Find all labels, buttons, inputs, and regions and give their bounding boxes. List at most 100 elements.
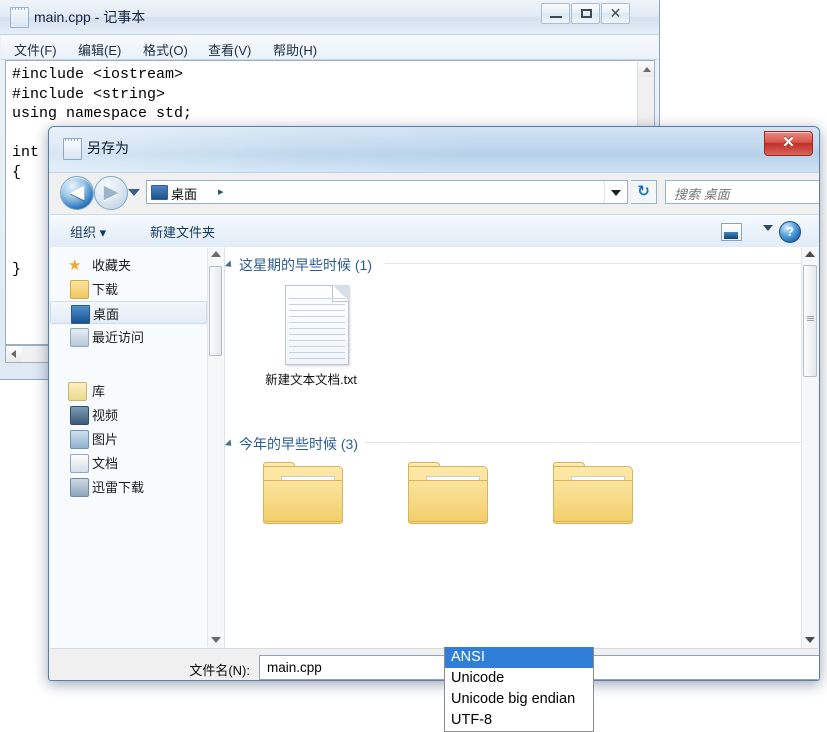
nav-item-recent-places[interactable]: 最近访问 bbox=[50, 325, 207, 348]
desktop-icon bbox=[71, 305, 90, 324]
nav-item-thunder-download[interactable]: 迅雷下载 bbox=[50, 475, 207, 498]
file-item-label: 新建文本文档.txt bbox=[265, 373, 357, 387]
navigation-row: ◀ ▶ 桌面 ▸ ↻ 搜索 桌面 ⌕ bbox=[49, 172, 819, 214]
group-header-label: 这星期的早些时候 (1) bbox=[239, 257, 372, 273]
folder-icon bbox=[263, 462, 343, 524]
file-list-scrollbar[interactable] bbox=[801, 247, 818, 648]
dialog-close-button[interactable]: ✕ bbox=[764, 131, 813, 156]
group-header-label: 今年的早些时候 (3) bbox=[239, 436, 358, 452]
filename-label: 文件名(N): bbox=[189, 663, 250, 678]
forward-arrow-icon: ▶ bbox=[103, 181, 119, 203]
encoding-dropdown-list[interactable]: ANSI Unicode Unicode big endian UTF-8 bbox=[444, 647, 594, 732]
menu-view[interactable]: 查看(V) bbox=[203, 38, 256, 61]
videos-icon bbox=[70, 406, 89, 425]
address-bar[interactable]: 桌面 ▸ bbox=[146, 180, 628, 204]
file-list-pane[interactable]: 这星期的早些时候 (1) 新建文本文档.txt 今年的早些时候 (3) bbox=[225, 247, 818, 648]
nav-item-label: 文档 bbox=[92, 456, 119, 471]
restore-button[interactable] bbox=[571, 3, 600, 24]
desktop-icon bbox=[151, 185, 168, 200]
nav-item-favorites[interactable]: ★ 收藏夹 bbox=[50, 253, 207, 276]
nav-item-label: 桌面 bbox=[93, 307, 120, 322]
encoding-option-unicode[interactable]: Unicode bbox=[445, 668, 593, 689]
file-item-text-document[interactable]: 新建文本文档.txt bbox=[251, 285, 371, 388]
menu-file[interactable]: 文件(F) bbox=[9, 38, 62, 61]
folder-icon bbox=[553, 462, 633, 524]
search-box[interactable]: 搜索 桌面 ⌕ bbox=[665, 180, 819, 204]
dialog-title: 另存为 bbox=[87, 140, 129, 156]
downloads-folder-icon bbox=[70, 280, 89, 299]
scroll-left-icon[interactable] bbox=[6, 346, 22, 362]
help-button[interactable]: ? bbox=[779, 221, 801, 243]
back-button[interactable]: ◀ bbox=[60, 176, 94, 210]
pictures-icon bbox=[70, 430, 89, 449]
scroll-up-icon[interactable] bbox=[805, 251, 815, 257]
group-rule bbox=[385, 263, 815, 264]
expander-icon[interactable] bbox=[225, 439, 235, 449]
libraries-icon bbox=[68, 382, 87, 401]
file-list-scroll-thumb[interactable] bbox=[803, 265, 817, 377]
address-crumb-desktop[interactable]: 桌面 bbox=[171, 184, 197, 203]
encoding-option-ansi[interactable]: ANSI bbox=[445, 647, 593, 668]
organize-button[interactable]: 组织 ▾ bbox=[70, 222, 106, 241]
menu-help[interactable]: 帮助(H) bbox=[268, 38, 322, 61]
encoding-option-unicode-big-endian[interactable]: Unicode big endian bbox=[445, 689, 593, 710]
refresh-button[interactable]: ↻ bbox=[631, 180, 657, 204]
navigation-pane: ★ 收藏夹 下载 桌面 最近访问 库 视频 图片 文档 迅雷下载 bbox=[50, 247, 225, 648]
address-dropdown-button[interactable] bbox=[604, 181, 627, 203]
group-header-this-week[interactable]: 这星期的早些时候 (1) bbox=[225, 255, 372, 275]
nav-item-label: 视频 bbox=[92, 408, 119, 423]
forward-button[interactable]: ▶ bbox=[94, 176, 128, 210]
nav-item-label: 迅雷下载 bbox=[92, 480, 145, 495]
notepad-menubar: 文件(F) 编辑(E) 格式(O) 查看(V) 帮助(H) bbox=[1, 35, 658, 60]
scroll-up-icon[interactable] bbox=[638, 61, 654, 77]
notepad-icon bbox=[10, 7, 29, 28]
filename-value: main.cpp bbox=[267, 660, 322, 675]
group-header-this-year[interactable]: 今年的早些时候 (3) bbox=[225, 434, 358, 454]
save-as-dialog: 另存为 ✕ ◀ ▶ 桌面 ▸ ↻ 搜索 桌面 ⌕ 组织 ▾ 新建文件夹 bbox=[48, 126, 820, 681]
view-mode-icon[interactable] bbox=[721, 223, 742, 241]
back-arrow-icon: ◀ bbox=[69, 181, 85, 203]
recent-places-icon bbox=[70, 328, 89, 347]
nav-scroll-thumb[interactable] bbox=[209, 266, 222, 356]
close-icon: ✕ bbox=[782, 134, 795, 151]
star-icon: ★ bbox=[68, 257, 82, 274]
encoding-option-utf8[interactable]: UTF-8 bbox=[445, 710, 593, 731]
notepad-titlebar[interactable]: main.cpp - 记事本 ✕ bbox=[0, 0, 659, 35]
scroll-down-icon[interactable] bbox=[805, 637, 815, 643]
menu-format[interactable]: 格式(O) bbox=[138, 38, 193, 61]
nav-item-pictures[interactable]: 图片 bbox=[50, 427, 207, 450]
scroll-up-icon[interactable] bbox=[211, 251, 221, 257]
nav-item-libraries[interactable]: 库 bbox=[50, 379, 207, 402]
close-icon: ✕ bbox=[609, 5, 622, 21]
nav-item-downloads[interactable]: 下载 bbox=[50, 277, 207, 300]
dialog-toolbar: 组织 ▾ 新建文件夹 ? bbox=[50, 214, 818, 249]
menu-edit[interactable]: 编辑(E) bbox=[73, 38, 126, 61]
file-fields: 文件名(N): main.cpp 保存类型(T): 文本文档(*.txt) bbox=[50, 648, 819, 680]
nav-pane-scrollbar[interactable] bbox=[207, 248, 223, 647]
expander-icon[interactable] bbox=[225, 260, 235, 270]
new-folder-button[interactable]: 新建文件夹 bbox=[150, 222, 215, 241]
search-input[interactable]: 搜索 桌面 bbox=[674, 184, 730, 203]
nav-item-label: 图片 bbox=[92, 432, 119, 447]
group-rule bbox=[365, 442, 815, 443]
nav-item-label: 下载 bbox=[92, 282, 119, 297]
nav-item-label: 库 bbox=[92, 384, 106, 399]
text-file-icon bbox=[285, 285, 349, 365]
notepad-icon bbox=[63, 138, 82, 160]
notepad-title: main.cpp - 记事本 bbox=[34, 9, 146, 25]
minimize-button[interactable] bbox=[541, 3, 570, 24]
thunder-download-icon bbox=[70, 478, 89, 497]
nav-item-documents[interactable]: 文档 bbox=[50, 451, 207, 474]
folder-icon bbox=[408, 462, 488, 524]
close-button[interactable]: ✕ bbox=[601, 3, 630, 24]
breadcrumb-separator-icon: ▸ bbox=[218, 186, 224, 198]
dialog-titlebar[interactable] bbox=[49, 127, 819, 173]
nav-item-label: 最近访问 bbox=[92, 330, 145, 345]
nav-item-desktop[interactable]: 桌面 bbox=[50, 301, 207, 324]
recent-locations-dropdown[interactable] bbox=[128, 186, 140, 198]
scroll-down-icon[interactable] bbox=[211, 637, 221, 643]
nav-item-label: 收藏夹 bbox=[92, 258, 132, 273]
text-lines-icon bbox=[289, 298, 345, 361]
nav-item-videos[interactable]: 视频 bbox=[50, 403, 207, 426]
documents-icon bbox=[70, 454, 89, 473]
